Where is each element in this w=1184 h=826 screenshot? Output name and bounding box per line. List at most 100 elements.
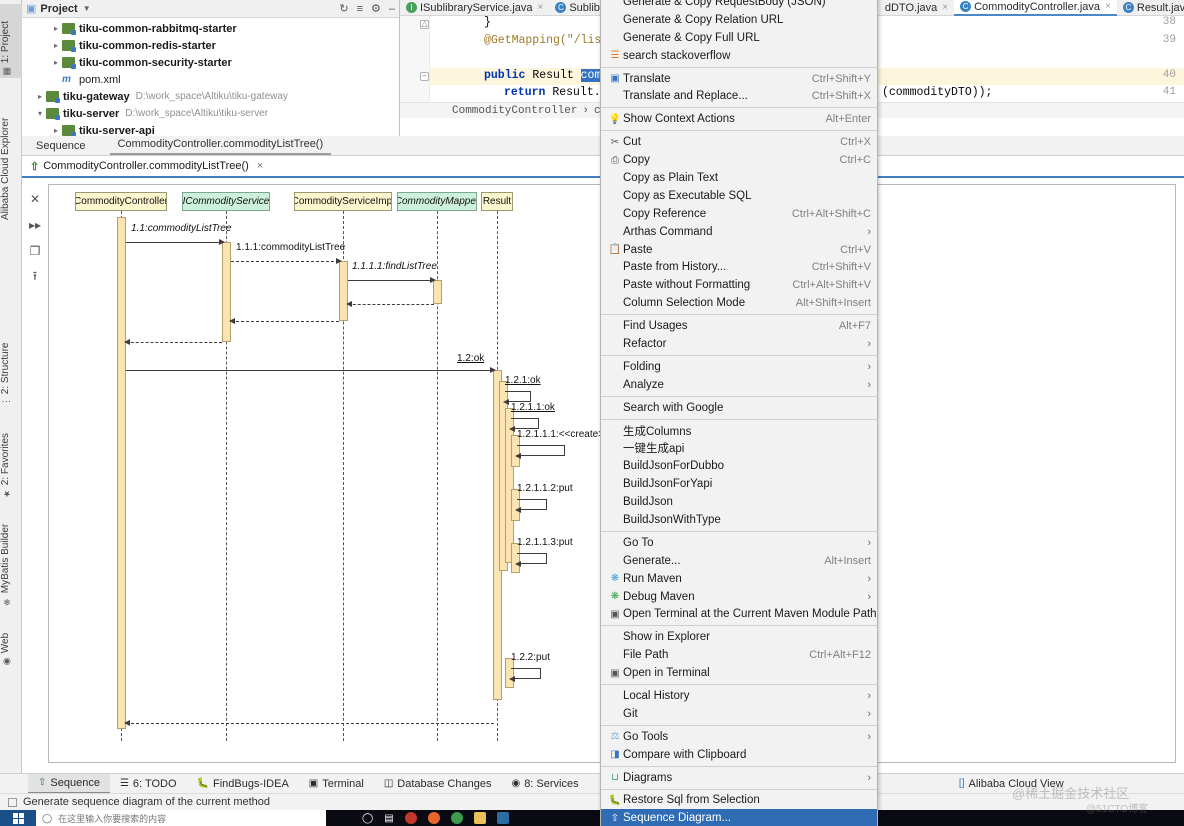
menu-item-column-selection-mode[interactable]: Column Selection Mode Alt+Shift+Insert: [601, 294, 877, 312]
vtab-mybatis-builder[interactable]: ❄ MyBatis Builder: [0, 508, 22, 608]
menu-item-open-in-terminal[interactable]: ▣ Open in Terminal: [601, 664, 877, 682]
participant-commoditymapper[interactable]: CommodityMapper: [397, 192, 477, 211]
menu-item-restore-sql-from-selection[interactable]: 🐛 Restore Sql from Selection: [601, 792, 877, 810]
tree-node-tiku-gateway[interactable]: tiku-gateway D:\work_space\Altiku\tiku-g…: [22, 88, 399, 105]
bottom-tab-sequence[interactable]: ⇧ Sequence: [28, 773, 110, 794]
menu-item-analyze[interactable]: Analyze ›: [601, 376, 877, 394]
chevron-right-icon[interactable]: [50, 126, 62, 135]
close-icon[interactable]: ×: [942, 2, 948, 13]
chevron-down-icon[interactable]: [34, 109, 46, 118]
menu-item-open-terminal-maven-module-path[interactable]: ▣ Open Terminal at the Current Maven Modu…: [601, 606, 877, 624]
menu-item-paste-from-history[interactable]: Paste from History... Ctrl+Shift+V: [601, 258, 877, 276]
chevron-right-icon[interactable]: [50, 41, 62, 50]
menu-item-buildjsonfordubbo[interactable]: BuildJsonForDubbo: [601, 457, 877, 475]
chevron-right-icon[interactable]: [50, 58, 62, 67]
app-icon-chrome[interactable]: [450, 812, 463, 824]
task-view-icon[interactable]: ▤: [384, 813, 393, 824]
editor-tab-isublibraryservice[interactable]: I ISublibraryService.java ×: [400, 0, 549, 16]
menu-item-buildjsonwithtype[interactable]: BuildJsonWithType: [601, 511, 877, 529]
menu-item-local-history[interactable]: Local History ›: [601, 687, 877, 705]
editor-tab-commoditycontroller[interactable]: C CommodityController.java ×: [954, 0, 1117, 16]
menu-item-sequence-diagram[interactable]: ⇧ Sequence Diagram...: [601, 809, 877, 826]
participant-commoditycontroller[interactable]: CommodityController: [75, 192, 167, 211]
menu-item-run-maven[interactable]: ❋ Run Maven ›: [601, 570, 877, 588]
sequence-tab-sequence[interactable]: Sequence: [28, 138, 94, 155]
menu-item-file-path[interactable]: File Path Ctrl+Alt+F12: [601, 646, 877, 664]
gear-icon[interactable]: ⚙: [371, 2, 381, 15]
bottom-tab-database-changes[interactable]: ◫ Database Changes: [374, 774, 502, 794]
app-icon-red[interactable]: [404, 812, 417, 824]
export-icon[interactable]: ❐: [22, 238, 48, 264]
vtab-project[interactable]: ▦ 1: Project: [0, 4, 22, 78]
menu-item-refactor[interactable]: Refactor ›: [601, 335, 877, 353]
close-icon[interactable]: ×: [257, 160, 263, 172]
menu-item-translate-and-replace[interactable]: Translate and Replace... Ctrl+Shift+X: [601, 87, 877, 105]
menu-item-folding[interactable]: Folding ›: [601, 358, 877, 376]
menu-item-generate[interactable]: Generate... Alt+Insert: [601, 552, 877, 570]
fold-marker-icon[interactable]: △: [420, 20, 429, 29]
chevron-down-icon[interactable]: ▼: [83, 4, 91, 13]
sync-icon[interactable]: ↻: [339, 2, 348, 15]
menu-item-buildjson[interactable]: BuildJson: [601, 493, 877, 511]
menu-item-search-stackoverflow[interactable]: ☰ search stackoverflow: [601, 47, 877, 65]
menu-item-copy-as-plain-text[interactable]: Copy as Plain Text: [601, 169, 877, 187]
vtab-web[interactable]: ◉ Web: [0, 616, 22, 668]
app-icon-idea[interactable]: [496, 812, 509, 824]
save-icon[interactable]: ⭱: [22, 264, 48, 290]
fold-marker-icon[interactable]: −: [420, 72, 429, 81]
menu-item-arthas-command[interactable]: Arthas Command ›: [601, 223, 877, 241]
menu-item-debug-maven[interactable]: ❋ Debug Maven ›: [601, 588, 877, 606]
tree-node-rabbitmq-starter[interactable]: tiku-common-rabbitmq-starter: [22, 20, 399, 37]
bottom-tab-todo[interactable]: ☰ 6: TODO: [110, 774, 187, 794]
cortana-icon[interactable]: ◯: [362, 813, 373, 824]
bottom-tab-alibaba-cloud-view[interactable]: [] Alibaba Cloud View: [949, 774, 1074, 794]
bottom-tab-services[interactable]: ◉ 8: Services: [501, 774, 588, 794]
sequence-subtab[interactable]: ⇧ CommodityController.commodityListTree(…: [30, 160, 263, 173]
bottom-tab-terminal[interactable]: ▣ Terminal: [299, 774, 374, 794]
tree-node-pom-xml[interactable]: m pom.xml: [22, 71, 399, 88]
menu-item-paste-without-formatting[interactable]: Paste without Formatting Ctrl+Alt+Shift+V: [601, 276, 877, 294]
menu-item-git[interactable]: Git ›: [601, 705, 877, 723]
menu-item-copy[interactable]: ⎙ Copy Ctrl+C: [601, 151, 877, 169]
menu-item-show-in-explorer[interactable]: Show in Explorer: [601, 628, 877, 646]
close-icon[interactable]: ×: [1105, 1, 1111, 12]
close-icon[interactable]: ×: [538, 2, 544, 13]
chevron-right-icon[interactable]: [34, 92, 46, 101]
tree-node-security-starter[interactable]: tiku-common-security-starter: [22, 54, 399, 71]
menu-item-one-click-generate-api[interactable]: 一键生成api: [601, 439, 877, 457]
context-menu[interactable]: Generate & Copy RequestBody (JSON) Gener…: [600, 0, 878, 826]
menu-item-copy-as-executable-sql[interactable]: Copy as Executable SQL: [601, 187, 877, 205]
menu-item-search-with-google[interactable]: Search with Google: [601, 399, 877, 417]
menu-item-buildjsonforyapi[interactable]: BuildJsonForYapi: [601, 475, 877, 493]
start-button[interactable]: [0, 810, 36, 826]
menu-item-generate-columns[interactable]: 生成Columns: [601, 422, 877, 440]
editor-tab-ddto[interactable]: dDTO.java ×: [879, 0, 954, 16]
menu-item-translate[interactable]: ▣ Translate Ctrl+Shift+Y: [601, 70, 877, 88]
editor-tab-result[interactable]: C Result.java: [1117, 0, 1184, 16]
menu-item-generate-copy-requestbody[interactable]: Generate & Copy RequestBody (JSON): [601, 0, 877, 11]
participant-commodityserviceimpl[interactable]: CommodityServiceImpl: [294, 192, 392, 211]
menu-item-generate-copy-relation-url[interactable]: Generate & Copy Relation URL: [601, 11, 877, 29]
menu-item-compare-with-clipboard[interactable]: ◨ Compare with Clipboard: [601, 746, 877, 764]
chevron-right-icon[interactable]: [50, 24, 62, 33]
menu-item-go-to[interactable]: Go To ›: [601, 534, 877, 552]
vtab-structure[interactable]: ⋮ 2: Structure: [0, 320, 22, 408]
collapse-all-icon[interactable]: ≡: [357, 3, 363, 15]
menu-item-paste[interactable]: 📋 Paste Ctrl+V: [601, 241, 877, 259]
menu-item-show-context-actions[interactable]: 💡 Show Context Actions Alt+Enter: [601, 110, 877, 128]
taskbar-search[interactable]: ◯ 在这里输入你要搜索的内容: [36, 810, 326, 826]
vtab-favorites[interactable]: ★ 2: Favorites: [0, 414, 22, 500]
menu-item-copy-reference[interactable]: Copy Reference Ctrl+Alt+Shift+C: [601, 205, 877, 223]
bottom-tab-findbugs[interactable]: 🐛 FindBugs-IDEA: [187, 774, 299, 794]
tree-node-redis-starter[interactable]: tiku-common-redis-starter: [22, 37, 399, 54]
app-icon-firefox[interactable]: [427, 812, 440, 824]
menu-item-diagrams[interactable]: ⊔ Diagrams ›: [601, 769, 877, 787]
menu-item-go-tools[interactable]: ⚖ Go Tools ›: [601, 728, 877, 746]
sequence-tab-commoditylisttree[interactable]: CommodityController.commodityListTree(): [109, 136, 332, 155]
close-icon[interactable]: ✕: [22, 186, 48, 212]
participant-icommodityservice[interactable]: ICommodityService: [182, 192, 270, 211]
menu-item-generate-copy-full-url[interactable]: Generate & Copy Full URL: [601, 29, 877, 47]
app-icon-folder[interactable]: [473, 812, 486, 824]
participant-result[interactable]: Result: [481, 192, 513, 211]
menu-item-cut[interactable]: ✂ Cut Ctrl+X: [601, 133, 877, 151]
